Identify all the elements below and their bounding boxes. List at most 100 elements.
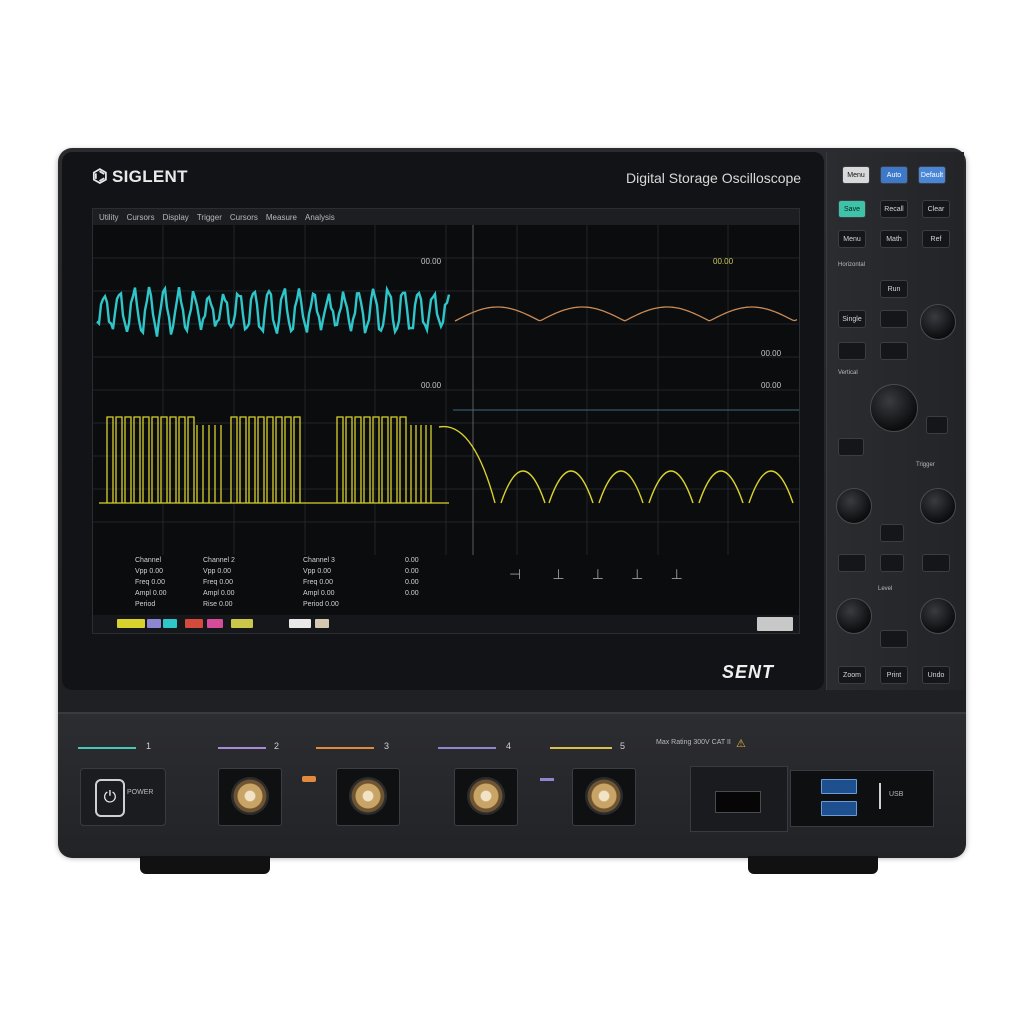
menu-cursors[interactable]: Cursors bbox=[127, 213, 155, 222]
power-module: ⏻ POWER bbox=[80, 768, 166, 826]
ch1-bnc-input[interactable] bbox=[218, 768, 282, 826]
ch2-bnc-input[interactable] bbox=[336, 768, 400, 826]
meas-item: Freq 0.00 bbox=[303, 579, 333, 586]
meas-item: Channel 2 bbox=[203, 557, 235, 564]
auto-set-button[interactable] bbox=[838, 554, 866, 572]
ref-button[interactable]: Ref bbox=[922, 230, 950, 248]
meas-item: Period bbox=[135, 601, 156, 608]
meas-item: Ampl 0.00 bbox=[203, 590, 235, 597]
timebase-knob[interactable] bbox=[870, 384, 918, 432]
bnc-connector-icon bbox=[585, 777, 623, 815]
timebase-chip[interactable] bbox=[289, 619, 311, 628]
meas-item: Channel bbox=[135, 557, 162, 564]
ch4-status-chip[interactable] bbox=[185, 619, 203, 628]
ch1-status-chip[interactable] bbox=[117, 619, 145, 628]
stop-button[interactable] bbox=[880, 310, 908, 328]
aux-module bbox=[690, 766, 788, 832]
menu-2-button[interactable]: Menu bbox=[838, 230, 866, 248]
ch3-waveform bbox=[454, 306, 798, 322]
recall-button[interactable]: Recall bbox=[880, 200, 908, 218]
vertical-label: Vertical bbox=[838, 370, 858, 376]
meas-item: 0.00 bbox=[405, 579, 419, 586]
brand-logo: ⌬ SIGLENT bbox=[92, 166, 188, 187]
aux-port[interactable] bbox=[715, 791, 761, 813]
ch2-color-bar bbox=[218, 747, 266, 749]
save-button[interactable]: Save bbox=[838, 200, 866, 218]
zoom-button[interactable] bbox=[838, 342, 866, 360]
menu-analysis[interactable]: Analysis bbox=[305, 213, 335, 222]
auto-button[interactable]: Auto bbox=[880, 166, 908, 184]
horizontal-position-knob[interactable] bbox=[920, 304, 956, 340]
readout-ch3-right: 00.00 bbox=[761, 381, 782, 390]
date-time-chip bbox=[757, 617, 793, 631]
measurement-panel: Channel Vpp 0.00 Freq 0.00 Ampl 0.00 Per… bbox=[99, 555, 793, 613]
series-logo: SENT bbox=[722, 662, 775, 682]
ch2-label: 2 bbox=[274, 741, 280, 751]
ch1-waveform bbox=[96, 285, 451, 337]
ref-status-chip[interactable] bbox=[231, 619, 253, 628]
math-status-chip[interactable] bbox=[207, 619, 223, 628]
menu-button[interactable]: Menu bbox=[842, 166, 870, 184]
readout-ch1-mid: 00.00 bbox=[421, 381, 442, 390]
horizontal-label: Horizontal bbox=[838, 262, 866, 268]
single-button[interactable]: Single bbox=[838, 310, 866, 328]
ch3-label: 3 bbox=[384, 741, 390, 751]
ch3-bnc-input[interactable] bbox=[454, 768, 518, 826]
ch5-color-bar bbox=[550, 747, 612, 749]
max-rating-warning: Max Rating 300V CAT II bbox=[656, 739, 731, 746]
default-button[interactable]: Default bbox=[918, 166, 946, 184]
ch4-bnc-input[interactable] bbox=[572, 768, 636, 826]
trigger-level-knob[interactable] bbox=[920, 488, 956, 524]
product-name: Digital Storage Oscilloscope bbox=[626, 170, 802, 186]
meas-item: 0.00 bbox=[405, 557, 419, 564]
usb-port-1[interactable] bbox=[821, 779, 857, 794]
zoom-bottom-button[interactable]: Zoom bbox=[838, 666, 866, 684]
scope-screen[interactable]: Utility Cursors Display Trigger Cursors … bbox=[92, 208, 800, 634]
ch1-label: 1 bbox=[146, 741, 152, 751]
menu-display[interactable]: Display bbox=[163, 213, 189, 222]
usb-module: USB bbox=[790, 770, 934, 827]
probe-comp-indicator bbox=[302, 776, 316, 782]
usb-divider bbox=[879, 783, 881, 809]
trigger-chip[interactable] bbox=[315, 619, 329, 628]
usb-label: USB bbox=[889, 791, 904, 798]
push-button[interactable] bbox=[880, 630, 908, 648]
single-trig-button[interactable] bbox=[922, 554, 950, 572]
ch-select-button[interactable] bbox=[838, 438, 864, 456]
search-button[interactable] bbox=[880, 342, 908, 360]
ch2-status-chip[interactable] bbox=[147, 619, 161, 628]
setup-button[interactable] bbox=[880, 524, 904, 542]
menu-cursors-2[interactable]: Cursors bbox=[230, 213, 258, 222]
vertical-position-knob[interactable] bbox=[836, 488, 872, 524]
meas-col-2: Channel 2 Vpp 0.00 Freq 0.00 Ampl 0.00 R… bbox=[203, 555, 235, 610]
clear-button[interactable]: Clear bbox=[922, 200, 950, 218]
siglent-swirl-icon: ⌬ bbox=[92, 166, 109, 186]
ch5-label: 5 bbox=[620, 741, 626, 751]
multipurpose-knob-b[interactable] bbox=[920, 598, 956, 634]
ch3-status-chip[interactable] bbox=[163, 619, 177, 628]
math-button[interactable]: Math bbox=[880, 230, 908, 248]
force-button[interactable] bbox=[880, 554, 904, 572]
menu-utility[interactable]: Utility bbox=[99, 213, 119, 222]
zoom-markers: ⊣ ⊥ ⊥ ⊥ ⊥ bbox=[509, 566, 683, 582]
meas-item: Vpp 0.00 bbox=[203, 568, 232, 575]
multipurpose-knob-a[interactable] bbox=[836, 598, 872, 634]
ch2-pulse-train bbox=[99, 416, 449, 504]
meas-col-4: 0.00 0.00 0.00 0.00 bbox=[405, 555, 419, 599]
ch1-color-bar bbox=[78, 747, 136, 749]
meas-col-3: Channel 3 Vpp 0.00 Freq 0.00 Ampl 0.00 P… bbox=[303, 555, 339, 610]
meas-item: Ampl 0.00 bbox=[303, 590, 335, 597]
brand-name: SIGLENT bbox=[112, 166, 188, 186]
left-foot bbox=[140, 856, 270, 874]
menu-trigger[interactable]: Trigger bbox=[197, 213, 222, 222]
fine-button[interactable] bbox=[926, 416, 948, 434]
meas-item: Freq 0.00 bbox=[135, 579, 165, 586]
power-icon[interactable]: ⏻ bbox=[95, 779, 125, 817]
usb-port-2[interactable] bbox=[821, 801, 857, 816]
readout-ch2-top: 00.00 bbox=[713, 257, 734, 266]
run-button[interactable]: Run bbox=[880, 280, 908, 298]
menu-measure[interactable]: Measure bbox=[266, 213, 297, 222]
undo-button[interactable]: Undo bbox=[922, 666, 950, 684]
trigger-label: Trigger bbox=[916, 462, 935, 468]
print-button[interactable]: Print bbox=[880, 666, 908, 684]
